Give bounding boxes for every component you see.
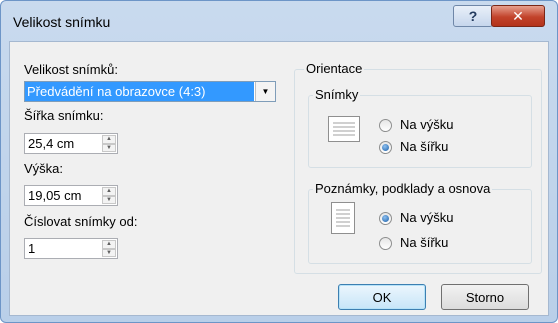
spin-updown-icon[interactable]: ▲ ▼ xyxy=(102,240,116,257)
orientation-title: Orientace xyxy=(304,61,365,76)
height-label: Výška: xyxy=(24,161,64,176)
close-icon: ✕ xyxy=(512,7,524,24)
help-icon: ? xyxy=(468,8,478,24)
ok-button[interactable]: OK xyxy=(338,284,426,310)
cancel-button[interactable]: Storno xyxy=(441,284,529,310)
slide-size-value: Předvádění na obrazovce (4:3) xyxy=(25,82,254,101)
slide-size-dropdown[interactable]: Předvádění na obrazovce (4:3) ▼ xyxy=(24,81,276,102)
slides-portrait-radio[interactable] xyxy=(379,119,392,132)
dialog-title: Velikost snímku xyxy=(13,14,111,30)
ok-button-label: OK xyxy=(372,289,392,305)
portrait-page-icon xyxy=(331,202,355,234)
help-button[interactable]: ? xyxy=(453,5,493,27)
notes-group-title: Poznámky, podklady a osnova xyxy=(313,181,493,196)
slide-size-label: Velikost snímků: xyxy=(24,62,118,77)
spin-up-button[interactable]: ▲ xyxy=(102,187,116,196)
slides-landscape-label[interactable]: Na šířku xyxy=(400,139,448,154)
numbering-value: 1 xyxy=(28,241,36,256)
spin-down-button[interactable]: ▼ xyxy=(102,248,116,257)
width-label: Šířka snímku: xyxy=(24,108,104,123)
close-button[interactable]: ✕ xyxy=(491,5,545,27)
spin-down-button[interactable]: ▼ xyxy=(102,143,116,152)
height-value: 19,05 cm xyxy=(28,188,82,203)
slides-landscape-radio[interactable] xyxy=(379,141,392,154)
notes-landscape-radio[interactable] xyxy=(379,237,392,250)
spin-updown-icon[interactable]: ▲ ▼ xyxy=(102,187,116,204)
chevron-down-icon[interactable]: ▼ xyxy=(255,82,275,101)
spin-up-button[interactable]: ▲ xyxy=(102,135,116,144)
width-value: 25,4 cm xyxy=(28,136,75,151)
width-spinner[interactable]: 25,4 cm ▲ ▼ xyxy=(24,133,118,154)
dialog-content: Velikost snímků: Předvádění na obrazovce… xyxy=(9,41,549,316)
spin-down-button[interactable]: ▼ xyxy=(102,195,116,204)
numbering-label: Číslovat snímky od: xyxy=(24,214,138,229)
notes-portrait-label[interactable]: Na výšku xyxy=(400,210,453,225)
height-spinner[interactable]: 19,05 cm ▲ ▼ xyxy=(24,185,118,206)
dialog-window: Velikost snímku ? ✕ Velikost snímků: Pře… xyxy=(0,0,558,323)
slides-portrait-label[interactable]: Na výšku xyxy=(400,117,453,132)
landscape-page-icon xyxy=(328,116,360,142)
spin-up-button[interactable]: ▲ xyxy=(102,240,116,249)
numbering-spinner[interactable]: 1 ▲ ▼ xyxy=(24,238,118,259)
notes-portrait-radio[interactable] xyxy=(379,212,392,225)
spin-updown-icon[interactable]: ▲ ▼ xyxy=(102,135,116,152)
slides-group-title: Snímky xyxy=(313,87,361,102)
title-bar: Velikost snímku ? ✕ xyxy=(1,1,557,41)
cancel-button-label: Storno xyxy=(465,289,505,305)
notes-landscape-label[interactable]: Na šířku xyxy=(400,235,448,250)
